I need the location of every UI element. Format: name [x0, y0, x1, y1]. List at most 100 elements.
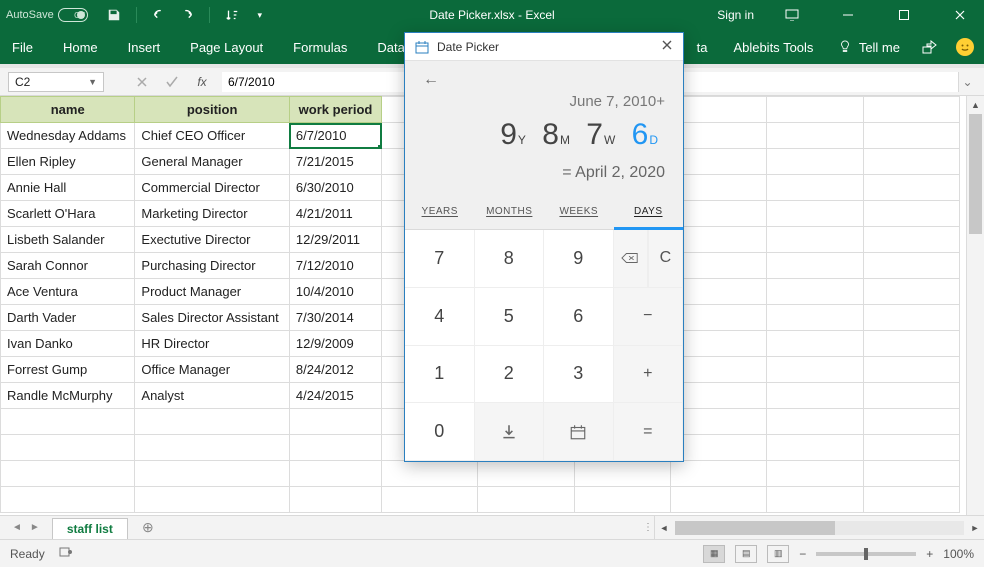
vertical-scrollbar[interactable]: ▲ ▼ — [966, 96, 984, 539]
tab-page-layout[interactable]: Page Layout — [186, 34, 267, 61]
view-page-break-icon[interactable]: ▥ — [767, 545, 789, 563]
insert-function-icon[interactable]: fx — [192, 72, 212, 92]
hscroll-thumb[interactable] — [675, 521, 835, 535]
cell-name[interactable]: Wednesday Addams — [1, 123, 135, 149]
scroll-left-icon[interactable]: ◄ — [655, 519, 673, 537]
close-icon[interactable] — [942, 5, 978, 25]
tab-nav-next-icon[interactable]: ► — [30, 522, 40, 533]
tab-split-handle[interactable]: ⋮ — [642, 516, 654, 539]
titlebar: AutoSave Off ▾ Date Picker.xlsx - Excel … — [0, 0, 984, 30]
key-9[interactable]: 9 — [544, 230, 614, 288]
col-position[interactable]: position — [135, 97, 289, 123]
picker-tab-days[interactable]: DAYS — [614, 196, 684, 230]
zoom-handle[interactable] — [864, 548, 868, 560]
picker-title-label: Date Picker — [437, 40, 499, 54]
feedback-smiley-icon[interactable] — [956, 38, 974, 56]
cancel-formula-icon[interactable] — [132, 72, 152, 92]
key-1[interactable]: 1 — [405, 346, 475, 404]
tab-home[interactable]: Home — [59, 34, 102, 61]
ribbon-right: ta Ablebits Tools Tell me — [693, 34, 974, 61]
date-picker-panel: Date Picker ← June 7, 2010+ 9Y 8M 7W 6D … — [404, 32, 684, 462]
horizontal-scrollbar[interactable]: ◄ ► — [654, 516, 984, 539]
key-8[interactable]: 8 — [475, 230, 545, 288]
col-name[interactable]: name — [1, 97, 135, 123]
scroll-right-icon[interactable]: ► — [966, 519, 984, 537]
key-3[interactable]: 3 — [544, 346, 614, 404]
name-box[interactable]: C2 ▼ — [8, 72, 104, 92]
tab-ablebits[interactable]: Ablebits Tools — [729, 34, 817, 61]
picker-tab-weeks[interactable]: WEEKS — [544, 196, 614, 229]
key-5[interactable]: 5 — [475, 288, 545, 346]
enter-formula-icon[interactable] — [162, 72, 182, 92]
tab-obscured[interactable]: ta — [693, 34, 712, 61]
active-cell[interactable]: 6/7/2010 — [289, 123, 381, 149]
key-insert-icon[interactable] — [475, 403, 545, 461]
zoom-in-icon[interactable]: + — [926, 547, 933, 561]
picker-close-icon[interactable] — [661, 39, 673, 54]
status-bar: Ready ▦ ▤ ▥ − + 100% — [0, 539, 984, 567]
picker-back-icon[interactable]: ← — [423, 71, 665, 89]
quick-access-toolbar: ▾ — [106, 7, 268, 23]
col-work-period[interactable]: work period — [289, 97, 381, 123]
save-icon[interactable] — [106, 7, 122, 23]
tab-nav: ◄ ► — [0, 516, 52, 539]
picker-titlebar[interactable]: Date Picker — [405, 33, 683, 61]
picker-keypad: 7 8 9 C 4 5 6 − 1 2 3 + 0 = — [405, 230, 683, 461]
picker-anchor-date: June 7, 2010+ — [423, 93, 665, 110]
scroll-thumb[interactable] — [969, 114, 982, 234]
redo-icon[interactable] — [179, 7, 195, 23]
maximize-icon[interactable] — [886, 5, 922, 25]
sort-icon[interactable] — [224, 7, 240, 23]
fill-handle[interactable] — [378, 145, 382, 149]
tab-formulas[interactable]: Formulas — [289, 34, 351, 61]
scroll-up-icon[interactable]: ▲ — [967, 96, 984, 114]
autosave-toggle[interactable]: AutoSave Off — [6, 8, 88, 22]
tab-file[interactable]: File — [8, 34, 37, 61]
qat-customize-icon[interactable]: ▾ — [252, 7, 268, 23]
minimize-icon[interactable] — [830, 5, 866, 25]
autosave-label: AutoSave — [6, 9, 54, 21]
key-0[interactable]: 0 — [405, 403, 475, 461]
new-sheet-icon[interactable]: ⊕ — [136, 516, 160, 539]
key-plus[interactable]: + — [614, 346, 684, 404]
key-minus[interactable]: − — [614, 288, 684, 346]
view-page-layout-icon[interactable]: ▤ — [735, 545, 757, 563]
tab-nav-prev-icon[interactable]: ◄ — [12, 522, 22, 533]
picker-unit-tabs: YEARS MONTHS WEEKS DAYS — [405, 196, 683, 230]
calendar-icon — [415, 40, 429, 54]
sheet-tab-bar: ◄ ► staff list ⊕ ⋮ ◄ ► — [0, 515, 984, 539]
zoom-level[interactable]: 100% — [943, 547, 974, 561]
key-6[interactable]: 6 — [544, 288, 614, 346]
cell-position[interactable]: Chief CEO Officer — [135, 123, 289, 149]
table-row — [1, 461, 960, 487]
sheet-tab-staff-list[interactable]: staff list — [52, 518, 128, 539]
key-clear[interactable]: C — [648, 230, 683, 288]
key-calendar-icon[interactable] — [544, 403, 614, 461]
picker-tab-months[interactable]: MONTHS — [475, 196, 545, 229]
status-ready: Ready — [10, 547, 45, 561]
autosave-state: Off — [58, 8, 88, 22]
undo-icon[interactable] — [151, 7, 167, 23]
chevron-down-icon[interactable]: ▼ — [88, 77, 97, 87]
zoom-slider[interactable] — [816, 552, 916, 556]
key-equals[interactable]: = — [614, 403, 684, 461]
signin-link[interactable]: Sign in — [717, 8, 754, 22]
zoom-out-icon[interactable]: − — [799, 547, 806, 561]
key-backspace[interactable] — [614, 230, 648, 288]
expand-formula-bar-icon[interactable]: ⌄ — [958, 72, 976, 92]
key-4[interactable]: 4 — [405, 288, 475, 346]
titlebar-right: Sign in — [717, 5, 978, 25]
table-row — [1, 487, 960, 513]
view-normal-icon[interactable]: ▦ — [703, 545, 725, 563]
tab-insert[interactable]: Insert — [124, 34, 165, 61]
share-icon[interactable] — [922, 39, 938, 55]
picker-tab-years[interactable]: YEARS — [405, 196, 475, 229]
picker-result-date: = April 2, 2020 — [423, 164, 665, 182]
name-box-value: C2 — [15, 75, 30, 89]
tellme[interactable]: Tell me — [835, 34, 904, 61]
ribbon-display-options-icon[interactable] — [774, 5, 810, 25]
key-2[interactable]: 2 — [475, 346, 545, 404]
key-7[interactable]: 7 — [405, 230, 475, 288]
macro-record-icon[interactable] — [59, 546, 73, 561]
tellme-label: Tell me — [859, 40, 900, 55]
